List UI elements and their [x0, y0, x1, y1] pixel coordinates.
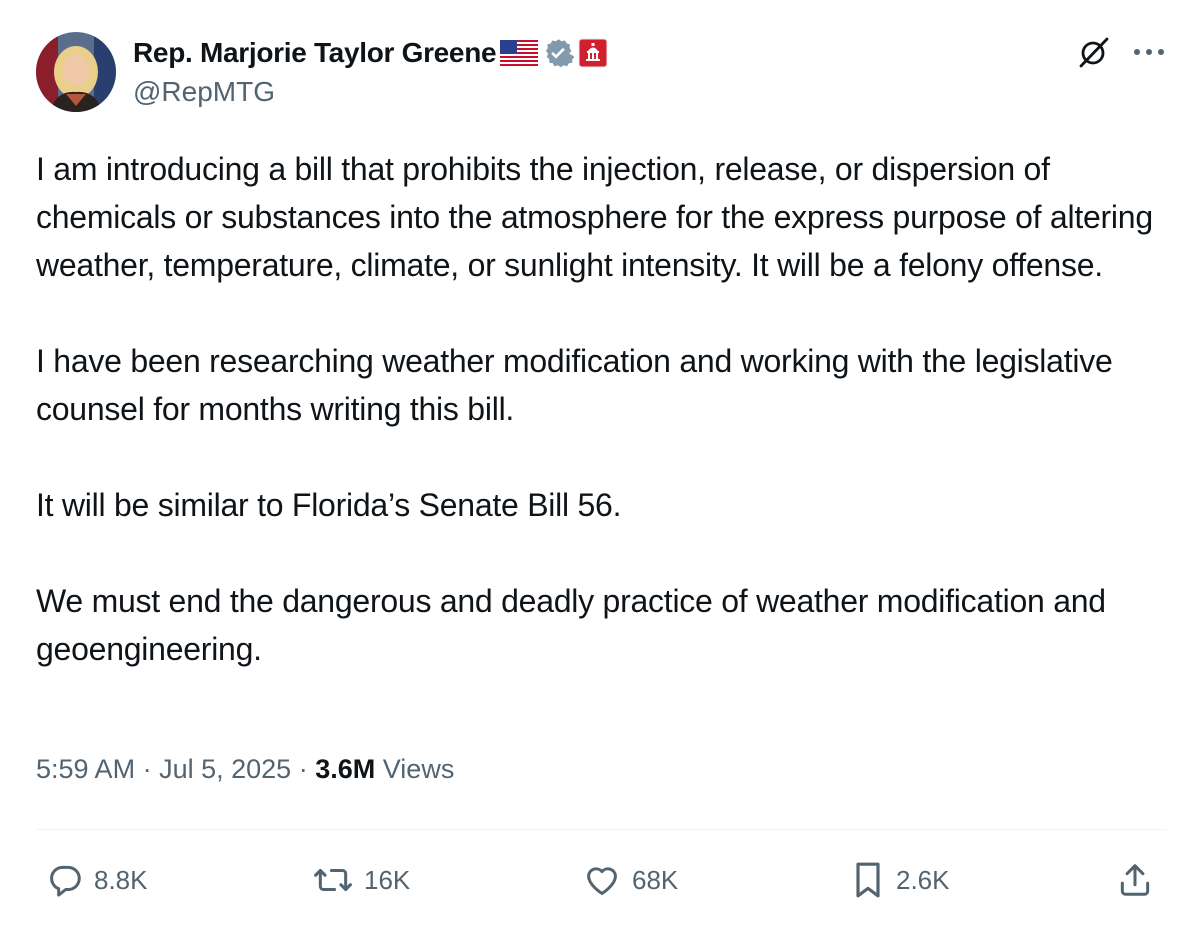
tweet-paragraph: I am introducing a bill that prohibits t… — [36, 151, 1153, 283]
tweet-time[interactable]: 5:59 AM — [36, 754, 135, 784]
reply-icon — [46, 861, 84, 899]
tweet-top-actions — [1076, 34, 1166, 70]
grok-icon[interactable] — [1076, 34, 1112, 70]
us-flag-icon — [500, 40, 539, 66]
heart-icon — [582, 861, 622, 899]
author-display-name[interactable]: Rep. Marjorie Taylor Greene — [133, 37, 497, 69]
repost-count: 16K — [364, 864, 411, 895]
tweet-meta: 5:59 AM · Jul 5, 2025 · 3.6M Views — [36, 754, 454, 785]
author-avatar[interactable] — [36, 32, 116, 112]
tweet-paragraph: We must end the dangerous and deadly pra… — [36, 583, 1106, 667]
tweet-paragraph: It will be similar to Florida’s Senate B… — [36, 487, 622, 523]
share-icon — [1116, 860, 1154, 900]
tweet-paragraph: I have been researching weather modifica… — [36, 343, 1113, 427]
author-handle[interactable]: @RepMTG — [133, 76, 275, 108]
bookmark-icon — [850, 860, 886, 900]
repost-button[interactable]: 16K — [312, 858, 410, 902]
tweet-date[interactable]: Jul 5, 2025 — [159, 754, 291, 784]
reply-count: 8.8K — [94, 864, 148, 895]
views-label: Views — [382, 754, 455, 784]
like-button[interactable]: 68K — [582, 858, 678, 902]
verified-badge-icon[interactable] — [542, 37, 575, 69]
us-capitol-affiliation-icon[interactable] — [578, 38, 608, 68]
divider — [36, 829, 1166, 830]
bookmark-count: 2.6K — [896, 864, 950, 895]
repost-icon — [312, 861, 354, 899]
meta-separator: · — [298, 754, 308, 784]
bookmark-button[interactable]: 2.6K — [850, 858, 950, 902]
tweet-card: Rep. Marjorie Taylor Greene @RepMTG I am… — [0, 0, 1196, 934]
views-count: 3.6M — [315, 754, 376, 784]
share-button[interactable] — [1116, 858, 1154, 902]
author-name-row: Rep. Marjorie Taylor Greene — [133, 34, 608, 72]
tweet-text: I am introducing a bill that prohibits t… — [36, 145, 1176, 673]
like-count: 68K — [632, 864, 679, 895]
more-icon[interactable] — [1132, 47, 1166, 57]
reply-button[interactable]: 8.8K — [46, 858, 148, 902]
meta-separator: · — [142, 754, 152, 784]
